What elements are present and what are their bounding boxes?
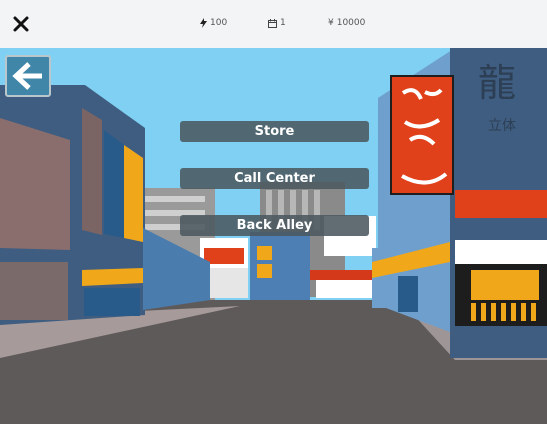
energy-value: 100 (210, 18, 228, 28)
close-icon[interactable] (10, 13, 32, 35)
money-stat: ¥ 10000 (328, 18, 365, 28)
arrow-left-icon (12, 62, 42, 90)
energy-bolt-icon (200, 18, 207, 28)
back-button[interactable] (5, 55, 51, 97)
calendar-icon (268, 18, 277, 28)
day-stat: 1 (268, 18, 286, 28)
store-button[interactable]: Store (180, 121, 369, 142)
back-alley-button[interactable]: Back Alley (180, 215, 369, 236)
sign-small-text: 立体 (488, 118, 516, 134)
sign-dragon-text: 龍 (478, 61, 516, 105)
call-center-button[interactable]: Call Center (180, 168, 369, 189)
money-value: 10000 (336, 18, 366, 28)
street-scene: 龍 立体 (0, 48, 547, 424)
top-bar: 100 1 ¥ 10000 (0, 0, 547, 48)
yen-icon: ¥ (328, 18, 334, 28)
energy-stat: 100 (200, 18, 227, 28)
right-buildings (372, 48, 547, 358)
day-value: 1 (280, 18, 286, 28)
